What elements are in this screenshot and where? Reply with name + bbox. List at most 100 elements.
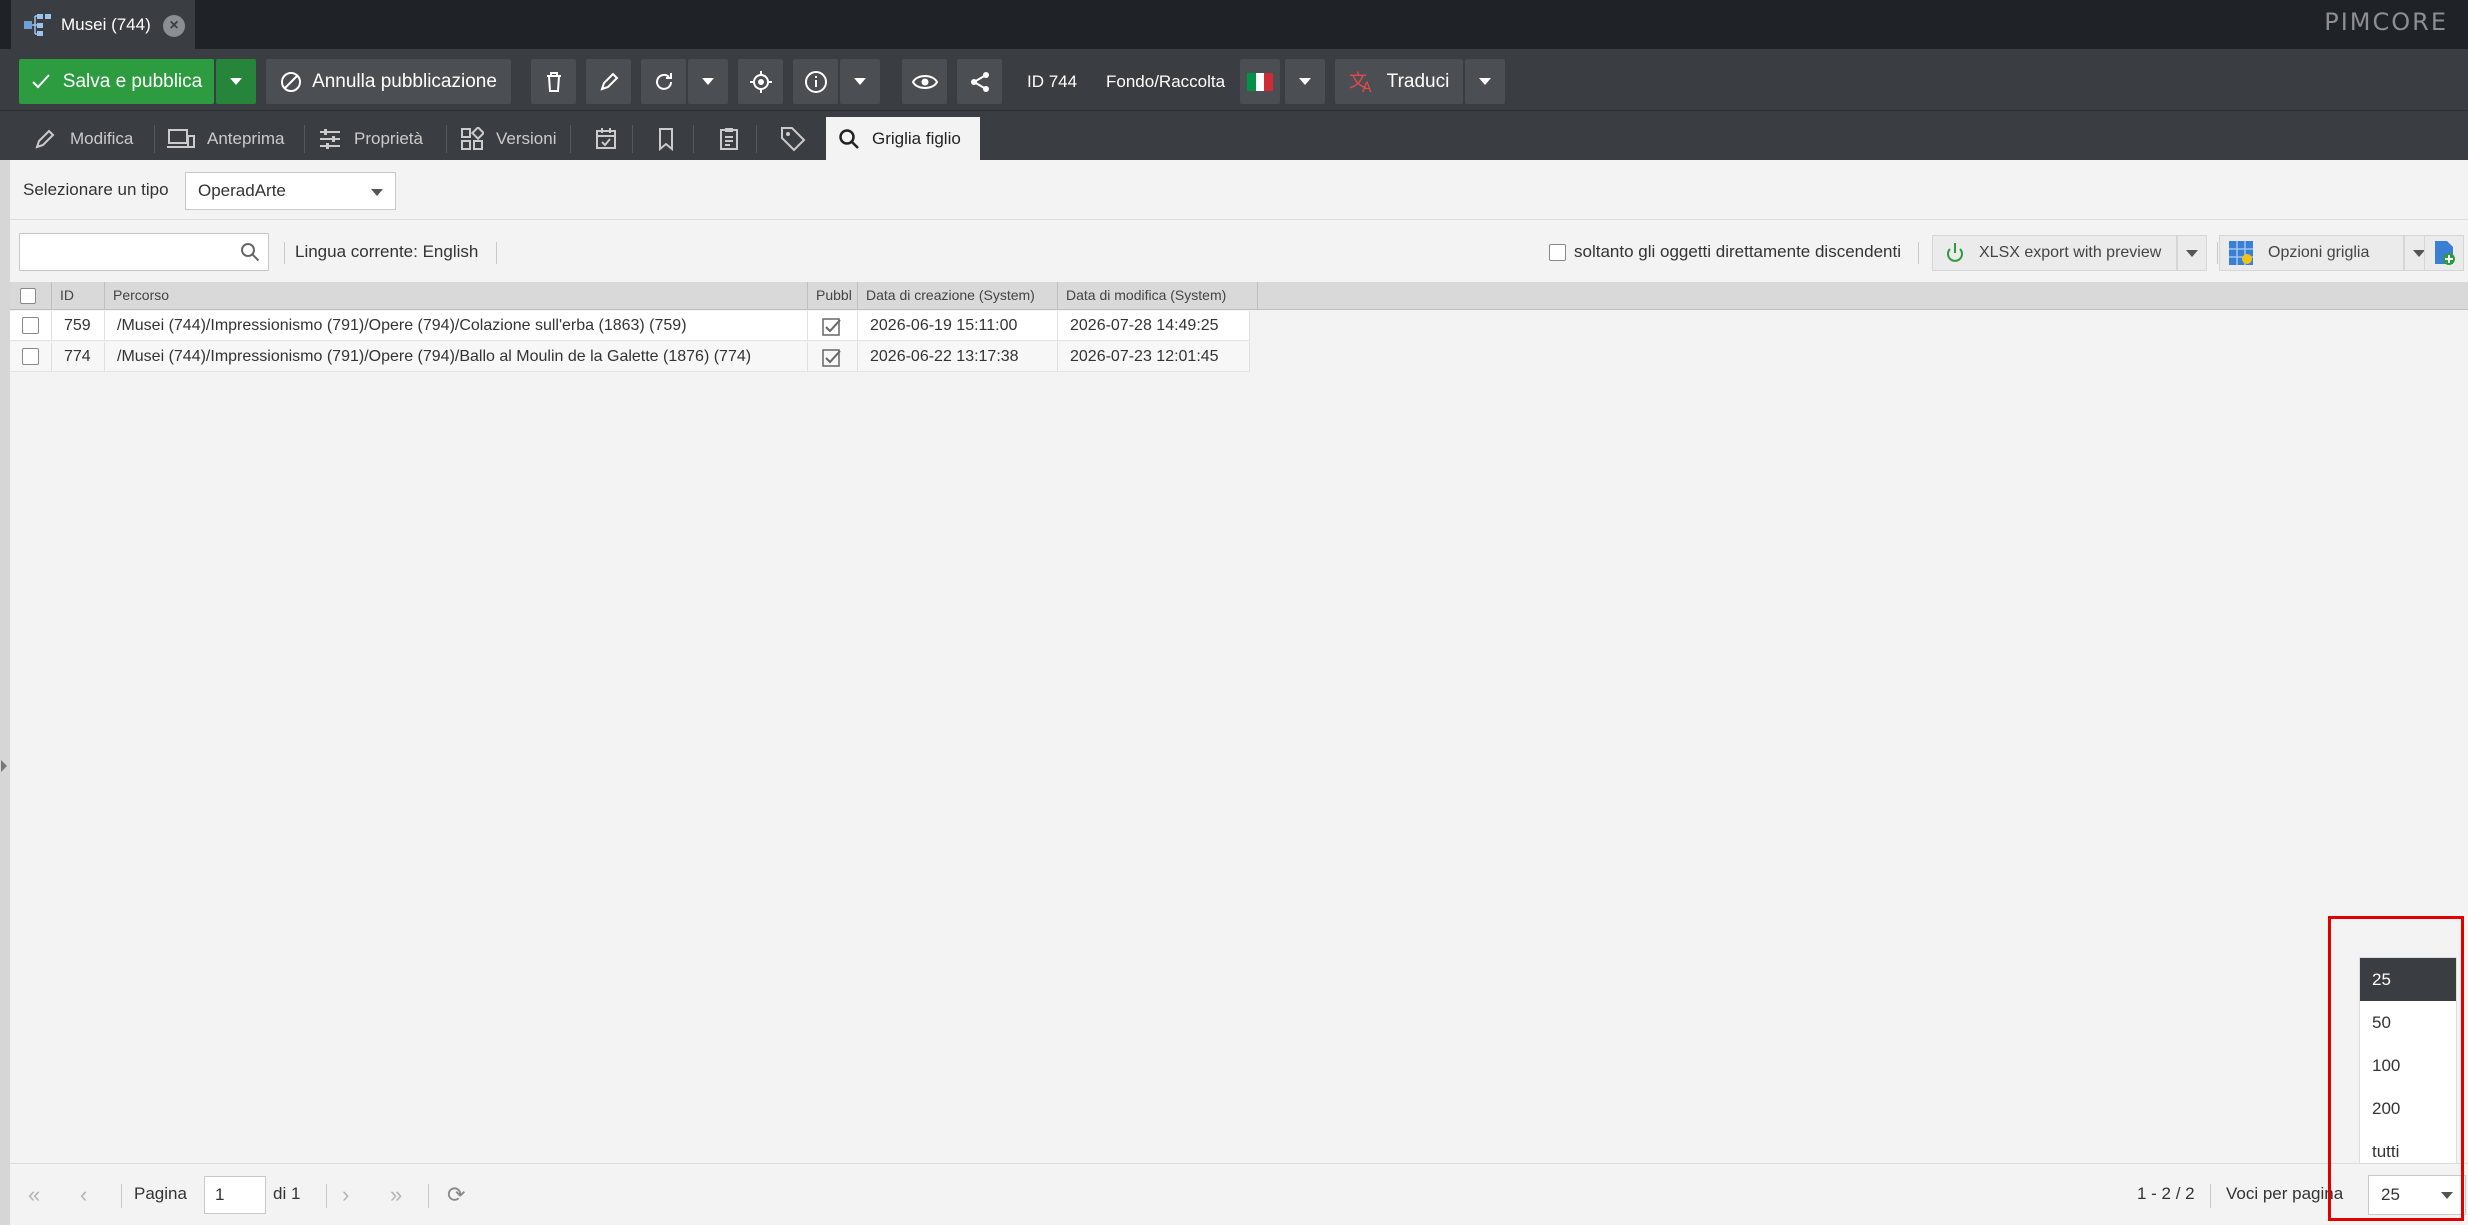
add-document-icon <box>2435 241 2455 265</box>
tab-properties[interactable]: Proprietà <box>306 117 435 161</box>
object-id-label: ID 744 <box>1027 71 1078 91</box>
chevron-down-icon <box>854 78 866 85</box>
translate-icon: 文A <box>1349 71 1372 94</box>
grid-header: ID Percorso Pubbl Data di creazione (Sys… <box>10 282 2468 310</box>
type-select[interactable]: OperadArte <box>185 172 396 210</box>
save-publish-button[interactable]: Salva e pubblica <box>19 59 214 104</box>
left-collapse-handle[interactable] <box>0 160 10 1225</box>
tab-preview[interactable]: Anteprima <box>155 117 296 161</box>
language-flag-button[interactable] <box>1240 59 1280 104</box>
tab-properties-label: Proprietà <box>354 129 423 148</box>
tab-versions-label: Versioni <box>496 129 557 148</box>
search-icon <box>839 129 859 149</box>
checked-checkbox-icon <box>822 349 841 367</box>
clipboard-icon <box>720 128 738 150</box>
tab-versions[interactable]: Versioni <box>448 117 568 161</box>
svg-text:A: A <box>1362 80 1372 94</box>
xlsx-export-button[interactable]: XLSX export with preview <box>1932 235 2177 271</box>
tab-preview-label: Anteprima <box>207 129 285 148</box>
grid-options-button[interactable]: Opzioni griglia <box>2219 235 2404 271</box>
unpublish-button[interactable]: Annulla pubblicazione <box>266 59 511 104</box>
table-row[interactable]: 759 /Musei (744)/Impressionismo (791)/Op… <box>10 311 1250 341</box>
search-icon[interactable] <box>240 242 260 262</box>
row-modified: 2026-07-28 14:49:25 <box>1058 311 1250 341</box>
tab-edit[interactable]: Modifica <box>22 117 145 161</box>
translate-button[interactable]: 文A Traduci <box>1335 59 1463 104</box>
delete-button[interactable] <box>531 59 576 104</box>
tab-bookmark[interactable] <box>644 117 688 161</box>
save-options-dropdown[interactable] <box>216 59 256 104</box>
pimcore-logo: PIMCORE <box>2324 8 2448 36</box>
page-number-input[interactable]: 1 <box>204 1176 266 1214</box>
eye-icon <box>911 74 938 89</box>
tab-schedule[interactable] <box>582 117 630 161</box>
export-power-icon <box>1947 243 1963 262</box>
column-header-id[interactable]: ID <box>52 282 105 310</box>
info-options-dropdown[interactable] <box>840 59 880 104</box>
pencil-icon <box>599 72 618 91</box>
only-direct-children-label: soltanto gli oggetti direttamente discen… <box>1574 242 1901 261</box>
grid-toolbar: Lingua corrente: English soltanto gli og… <box>10 220 2468 282</box>
share-icon <box>970 71 989 92</box>
row-modified: 2026-07-23 12:01:45 <box>1058 342 1250 372</box>
rename-button[interactable] <box>586 59 631 104</box>
previous-page-icon[interactable]: ‹ <box>80 1182 87 1208</box>
row-checkbox[interactable] <box>22 348 39 365</box>
document-tab[interactable]: Musei (744) × <box>11 0 195 49</box>
italy-flag-icon <box>1247 72 1274 91</box>
row-path: /Musei (744)/Impressionismo (791)/Opere … <box>105 311 808 341</box>
reload-button[interactable] <box>641 59 686 104</box>
chevron-down-icon <box>1479 78 1491 85</box>
search-input[interactable] <box>19 233 269 271</box>
refresh-icon[interactable]: ⟳ <box>447 1182 465 1208</box>
editor-tabs: Modifica Anteprima Proprietà Versioni Gr… <box>0 110 2468 161</box>
pager-divider <box>428 1184 429 1208</box>
language-dropdown[interactable] <box>1285 59 1325 104</box>
chevron-down-icon <box>371 189 383 196</box>
next-page-icon[interactable]: › <box>342 1182 349 1208</box>
tab-tags[interactable] <box>768 117 818 161</box>
xlsx-export-label: XLSX export with preview <box>1979 244 2162 261</box>
top-tab-bar: Musei (744) × PIMCORE <box>0 0 2468 49</box>
locate-button[interactable] <box>738 59 783 104</box>
current-language-label: Lingua corrente: English <box>295 242 479 261</box>
highlight-box <box>2328 916 2464 1221</box>
tab-child-grid[interactable]: Griglia figlio <box>826 117 980 161</box>
reload-options-dropdown[interactable] <box>688 59 728 104</box>
only-direct-children-checkbox[interactable] <box>1549 244 1566 261</box>
tab-edit-label: Modifica <box>70 129 134 148</box>
row-published <box>808 311 858 341</box>
toolbar-divider <box>2217 242 2218 264</box>
export-options-dropdown[interactable] <box>2177 235 2207 271</box>
add-object-button[interactable] <box>2424 235 2464 271</box>
preview-button[interactable] <box>902 59 947 104</box>
versions-icon <box>461 127 484 150</box>
first-page-icon[interactable]: « <box>28 1182 40 1208</box>
object-tree-icon <box>23 12 53 38</box>
select-all-checkbox[interactable] <box>20 288 36 304</box>
paging-range-label: 1 - 2 / 2 <box>2137 1184 2195 1203</box>
column-header-published[interactable]: Pubbl <box>808 282 858 310</box>
info-button[interactable] <box>793 59 838 104</box>
chevron-down-icon <box>1299 78 1311 85</box>
tab-notes[interactable] <box>705 117 753 161</box>
tag-icon <box>781 127 806 152</box>
row-id: 774 <box>52 342 105 372</box>
column-header-created[interactable]: Data di creazione (System) <box>858 282 1058 310</box>
row-path: /Musei (744)/Impressionismo (791)/Opere … <box>105 342 808 372</box>
check-icon <box>32 73 50 88</box>
translate-options-dropdown[interactable] <box>1465 59 1505 104</box>
document-tab-title: Musei (744) <box>61 14 151 34</box>
row-created: 2026-06-22 13:17:38 <box>858 342 1058 372</box>
last-page-icon[interactable]: » <box>390 1182 402 1208</box>
tab-divider <box>570 125 571 153</box>
pager-divider <box>121 1184 122 1208</box>
type-selector-label: Selezionare un tipo <box>23 180 169 199</box>
table-row[interactable]: 774 /Musei (744)/Impressionismo (791)/Op… <box>10 342 1250 372</box>
info-icon <box>804 70 827 93</box>
column-header-path[interactable]: Percorso <box>105 282 808 310</box>
column-header-modified[interactable]: Data di modifica (System) <box>1058 282 1258 310</box>
row-checkbox[interactable] <box>22 317 39 334</box>
close-icon[interactable]: × <box>163 15 185 37</box>
share-button[interactable] <box>957 59 1002 104</box>
